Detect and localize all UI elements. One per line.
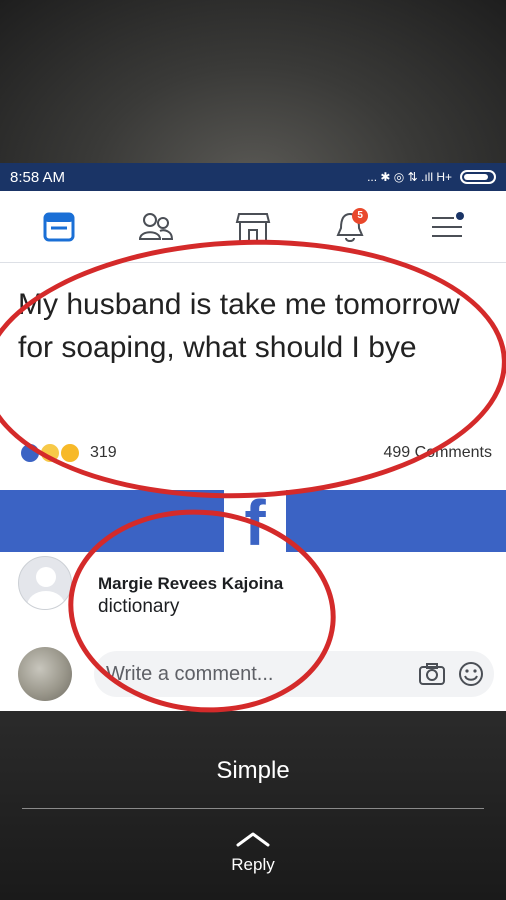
reply-button[interactable]: Reply — [0, 855, 506, 875]
wow-reaction-icon — [60, 443, 80, 463]
phone-screenshot: 8:58 AM ... ✱ ◎ ⇅ .ıll H+ 5 My husband i… — [0, 163, 506, 711]
notifications-icon[interactable]: 5 — [330, 207, 370, 247]
comment-composer: Write a comment... — [0, 641, 506, 707]
comment-text: dictionary — [98, 596, 180, 617]
comment-placeholder: Write a comment... — [106, 662, 274, 685]
emoji-icon[interactable] — [458, 661, 484, 687]
story-caption: Simple — [216, 757, 290, 784]
comment: Margie Revees Kajoina dictionary — [0, 556, 506, 626]
avatar[interactable] — [18, 556, 72, 610]
post-text: My husband is take me tomorrow for soapi… — [18, 288, 460, 364]
comment-body: Margie Revees Kajoina dictionary — [98, 574, 283, 626]
divider — [22, 808, 484, 809]
signal-indicators: ... ✱ ◎ ⇅ .ıll H+ — [367, 170, 452, 184]
photo-background — [0, 0, 506, 165]
status-indicators: ... ✱ ◎ ⇅ .ıll H+ — [367, 170, 496, 184]
composer-actions — [418, 661, 484, 687]
camera-icon[interactable] — [418, 662, 446, 686]
comment-author[interactable]: Margie Revees Kajoina — [98, 574, 283, 594]
news-feed-icon[interactable] — [39, 207, 79, 247]
menu-icon[interactable] — [427, 207, 467, 247]
facebook-banner: f — [0, 490, 506, 555]
post-stats: 319 499 Comments — [0, 443, 506, 463]
facebook-logo-icon: f — [224, 490, 286, 555]
battery-icon — [460, 170, 496, 184]
reactions-summary[interactable]: 319 — [20, 443, 117, 463]
notification-badge: 5 — [352, 207, 369, 224]
top-navigation: 5 — [0, 191, 506, 263]
like-reaction-icon — [20, 443, 40, 463]
post: My husband is take me tomorrow for soapi… — [0, 263, 506, 369]
haha-reaction-icon — [40, 443, 60, 463]
marketplace-icon[interactable] — [233, 207, 273, 247]
reaction-count: 319 — [90, 444, 117, 461]
status-bar: 8:58 AM ... ✱ ◎ ⇅ .ıll H+ — [0, 163, 506, 191]
chevron-up-icon[interactable] — [235, 830, 271, 848]
avatar — [18, 647, 72, 701]
comment-input[interactable]: Write a comment... — [94, 651, 494, 697]
friends-icon[interactable] — [136, 207, 176, 247]
status-time: 8:58 AM — [10, 168, 66, 186]
comment-count[interactable]: 499 Comments — [384, 444, 493, 462]
